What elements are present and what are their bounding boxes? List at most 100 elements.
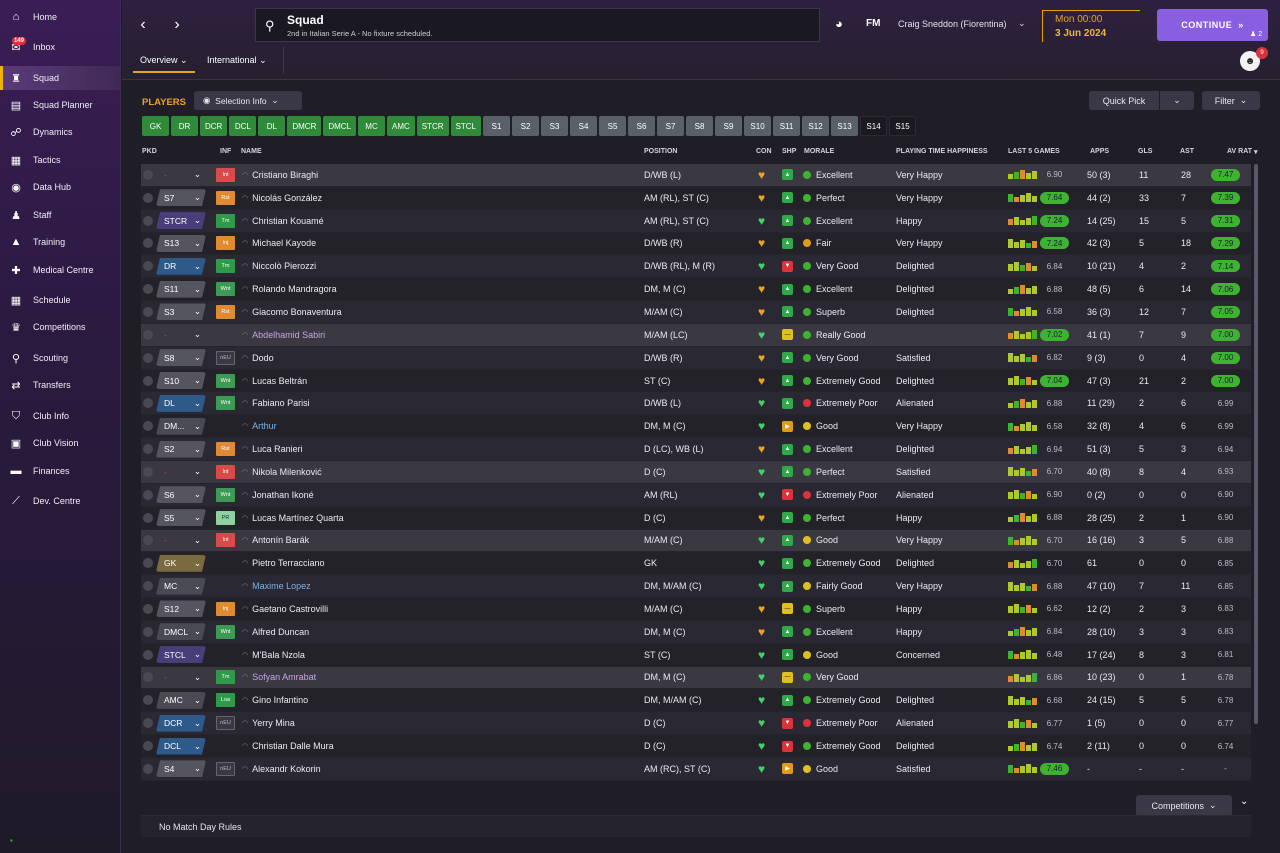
pkd-select[interactable]: DMCL ⌄ bbox=[156, 623, 206, 641]
player-name[interactable]: Niccolò Pierozzi bbox=[252, 261, 316, 271]
quick-pick-button[interactable]: Quick Pick bbox=[1089, 91, 1159, 110]
column-header-name[interactable]: NAME bbox=[241, 148, 262, 155]
position-button-amc[interactable]: AMC bbox=[387, 116, 415, 136]
column-header-pkd[interactable]: PKD bbox=[142, 148, 157, 155]
name-cell[interactable]: ◠ Fabiano Parisi bbox=[242, 392, 310, 414]
pkd-select[interactable]: S3 ⌄ bbox=[156, 303, 206, 321]
player-name[interactable]: Michael Kayode bbox=[252, 238, 316, 248]
position-button-s2[interactable]: S2 bbox=[512, 116, 540, 136]
pkd-select[interactable]: S5 ⌄ bbox=[156, 509, 206, 527]
table-row[interactable]: S8 ⌄ nEU ◠ Dodo D/WB (R) ♥ ▲ Very Good Satisfied 6… bbox=[141, 346, 1251, 370]
player-name[interactable]: Rolando Mandragora bbox=[252, 284, 337, 294]
name-cell[interactable]: ◠ Arthur bbox=[242, 415, 277, 437]
scrollbar[interactable] bbox=[1254, 164, 1258, 724]
tab-international[interactable]: International ⌄ bbox=[207, 55, 267, 66]
position-button-s12[interactable]: S12 bbox=[802, 116, 830, 136]
name-cell[interactable]: ◠ Christian Kouamé bbox=[242, 210, 324, 232]
player-name[interactable]: Gaetano Castrovilli bbox=[252, 604, 328, 614]
table-row[interactable]: DCL ⌄ ◠ Christian Dalle Mura D (C) ♥ ▼ Extremel… bbox=[141, 735, 1251, 758]
player-name[interactable]: Yerry Mina bbox=[252, 718, 295, 728]
ball-icon[interactable]: ◕ bbox=[835, 16, 843, 31]
table-row[interactable]: DR ⌄ Tm ◠ Niccolò Pierozzi D/WB (RL), M (R) ♥ ▼… bbox=[141, 255, 1251, 279]
pkd-select[interactable]: S2 ⌄ bbox=[156, 440, 206, 458]
pkd-select[interactable]: - ⌄ bbox=[156, 669, 206, 686]
sidebar-item-squad[interactable]: ♜ Squad bbox=[0, 66, 121, 90]
pkd-select[interactable]: S7 ⌄ bbox=[156, 189, 206, 207]
name-cell[interactable]: ◠ Luca Ranieri bbox=[242, 438, 303, 460]
player-name[interactable]: Alexandr Kokorin bbox=[252, 764, 321, 774]
position-button-s15[interactable]: S15 bbox=[889, 116, 917, 136]
pkd-select[interactable]: - ⌄ bbox=[156, 532, 206, 549]
name-cell[interactable]: ◠ Rolando Mandragora bbox=[242, 278, 337, 300]
pkd-select[interactable]: DR ⌄ bbox=[156, 257, 206, 275]
column-header-ast[interactable]: AST bbox=[1180, 148, 1194, 155]
name-cell[interactable]: ◠ Yerry Mina bbox=[242, 712, 295, 734]
table-row[interactable]: S11 ⌄ Wnt ◠ Rolando Mandragora DM, M (C) ♥ ▲ Exc… bbox=[141, 278, 1251, 302]
table-row[interactable]: S12 ⌄ Inj ◠ Gaetano Castrovilli M/AM (C) ♥ — Sup… bbox=[141, 598, 1251, 621]
name-cell[interactable]: ◠ Dodo bbox=[242, 347, 274, 369]
name-cell[interactable]: ◠ Nicolás González bbox=[242, 187, 322, 209]
player-name[interactable]: Cristiano Biraghi bbox=[252, 170, 318, 180]
name-cell[interactable]: ◠ Lucas Beltrán bbox=[242, 370, 307, 392]
player-name[interactable]: Sofyan Amrabat bbox=[252, 672, 316, 682]
sidebar-item-club-info[interactable]: ⛉ Club Info bbox=[0, 404, 121, 428]
pkd-select[interactable]: S11 ⌄ bbox=[156, 280, 206, 298]
pkd-select[interactable]: S10 ⌄ bbox=[156, 372, 206, 390]
position-button-dmcr[interactable]: DMCR bbox=[287, 116, 322, 136]
player-name[interactable]: Pietro Terracciano bbox=[252, 558, 324, 568]
column-header-playing-time-happiness[interactable]: PLAYING TIME HAPPINESS bbox=[896, 148, 988, 155]
sidebar-item-scouting[interactable]: ⚲ Scouting bbox=[0, 346, 121, 370]
tab-overview[interactable]: Overview ⌄ bbox=[140, 55, 188, 66]
quick-pick-dropdown[interactable]: ⌄ bbox=[1160, 91, 1194, 110]
filter-button[interactable]: Filter ⌄ bbox=[1202, 91, 1260, 110]
name-cell[interactable]: ◠ Alexandr Kokorin bbox=[242, 758, 321, 780]
table-row[interactable]: DL ⌄ Wnt ◠ Fabiano Parisi D/WB (L) ♥ ▲ Extremely… bbox=[141, 392, 1251, 416]
sidebar-item-home[interactable]: ⌂ Home bbox=[0, 5, 121, 29]
table-row[interactable]: S13 ⌄ Inj ◠ Michael Kayode D/WB (R) ♥ ▲ Fair Very… bbox=[141, 232, 1251, 256]
name-cell[interactable]: ◠ Antonín Barák bbox=[242, 530, 309, 552]
name-cell[interactable]: ◠ Jonathan Ikoné bbox=[242, 484, 314, 506]
name-cell[interactable]: ◠ Giacomo Bonaventura bbox=[242, 301, 342, 323]
position-button-mc[interactable]: MC bbox=[358, 116, 386, 136]
column-header-shp[interactable]: SHP bbox=[782, 148, 796, 155]
sidebar-item-squad-planner[interactable]: ▤ Squad Planner bbox=[0, 93, 121, 117]
forward-button[interactable]: › bbox=[164, 12, 190, 38]
table-row[interactable]: DCR ⌄ nEU ◠ Yerry Mina D (C) ♥ ▼ Extremely Poor A… bbox=[141, 712, 1251, 736]
chevron-down-icon[interactable]: ⌄ bbox=[1240, 796, 1248, 807]
player-name[interactable]: Luca Ranieri bbox=[252, 444, 303, 454]
chevron-down-icon[interactable]: ⌄ bbox=[1018, 18, 1026, 29]
sidebar-item-data-hub[interactable]: ◉ Data Hub bbox=[0, 175, 121, 199]
player-name[interactable]: Gino Infantino bbox=[252, 695, 308, 705]
pkd-select[interactable]: DM... ⌄ bbox=[156, 417, 206, 435]
pkd-select[interactable]: S12 ⌄ bbox=[156, 600, 206, 618]
column-header-gls[interactable]: GLS bbox=[1138, 148, 1152, 155]
position-button-s4[interactable]: S4 bbox=[570, 116, 598, 136]
pkd-select[interactable]: STCL ⌄ bbox=[156, 646, 206, 664]
table-row[interactable]: GK ⌄ ◠ Pietro Terracciano GK ♥ ▲ Extremely Good… bbox=[141, 552, 1251, 576]
table-row[interactable]: S4 ⌄ nEU ◠ Alexandr Kokorin AM (RC), ST (C) ♥ ▶… bbox=[141, 757, 1251, 781]
table-row[interactable]: S2 ⌄ Rst ◠ Luca Ranieri D (LC), WB (L) ♥ ▲ Excel… bbox=[141, 438, 1251, 461]
column-header-morale[interactable]: MORALE bbox=[804, 148, 834, 155]
table-row[interactable]: S5 ⌄ PR ◠ Lucas Martínez Quarta D (C) ♥ ▲ Perfec… bbox=[141, 506, 1251, 530]
position-button-s14[interactable]: S14 bbox=[860, 116, 888, 136]
table-row[interactable]: - ⌄ Int ◠ Cristiano Biraghi D/WB (L) ♥ ▲ Excelle… bbox=[141, 164, 1251, 187]
position-button-stcl[interactable]: STCL bbox=[450, 116, 482, 136]
player-name[interactable]: Jonathan Ikoné bbox=[252, 490, 314, 500]
pkd-select[interactable]: S8 ⌄ bbox=[156, 349, 206, 367]
name-cell[interactable]: ◠ Gaetano Castrovilli bbox=[242, 598, 328, 620]
position-button-s10[interactable]: S10 bbox=[744, 116, 772, 136]
player-name[interactable]: Antonín Barák bbox=[252, 535, 309, 545]
pkd-select[interactable]: DL ⌄ bbox=[156, 394, 206, 412]
table-row[interactable]: S6 ⌄ Wnt ◠ Jonathan Ikoné AM (RL) ♥ ▼ Extremely … bbox=[141, 483, 1251, 507]
position-button-dcl[interactable]: DCL bbox=[229, 116, 257, 136]
table-row[interactable]: S3 ⌄ Rst ◠ Giacomo Bonaventura M/AM (C) ♥ ▲ Supe… bbox=[141, 301, 1251, 324]
table-row[interactable]: S10 ⌄ Wnt ◠ Lucas Beltrán ST (C) ♥ ▲ Extremely G… bbox=[141, 369, 1251, 393]
position-button-s1[interactable]: S1 bbox=[483, 116, 511, 136]
column-header-con[interactable]: CON bbox=[756, 148, 772, 155]
position-button-s9[interactable]: S9 bbox=[715, 116, 743, 136]
column-header-apps[interactable]: APPS bbox=[1090, 148, 1109, 155]
name-cell[interactable]: ◠ Michael Kayode bbox=[242, 233, 316, 255]
player-name[interactable]: Christian Kouamé bbox=[252, 216, 324, 226]
player-name[interactable]: Lucas Beltrán bbox=[252, 376, 307, 386]
pkd-select[interactable]: - ⌄ bbox=[156, 326, 206, 343]
